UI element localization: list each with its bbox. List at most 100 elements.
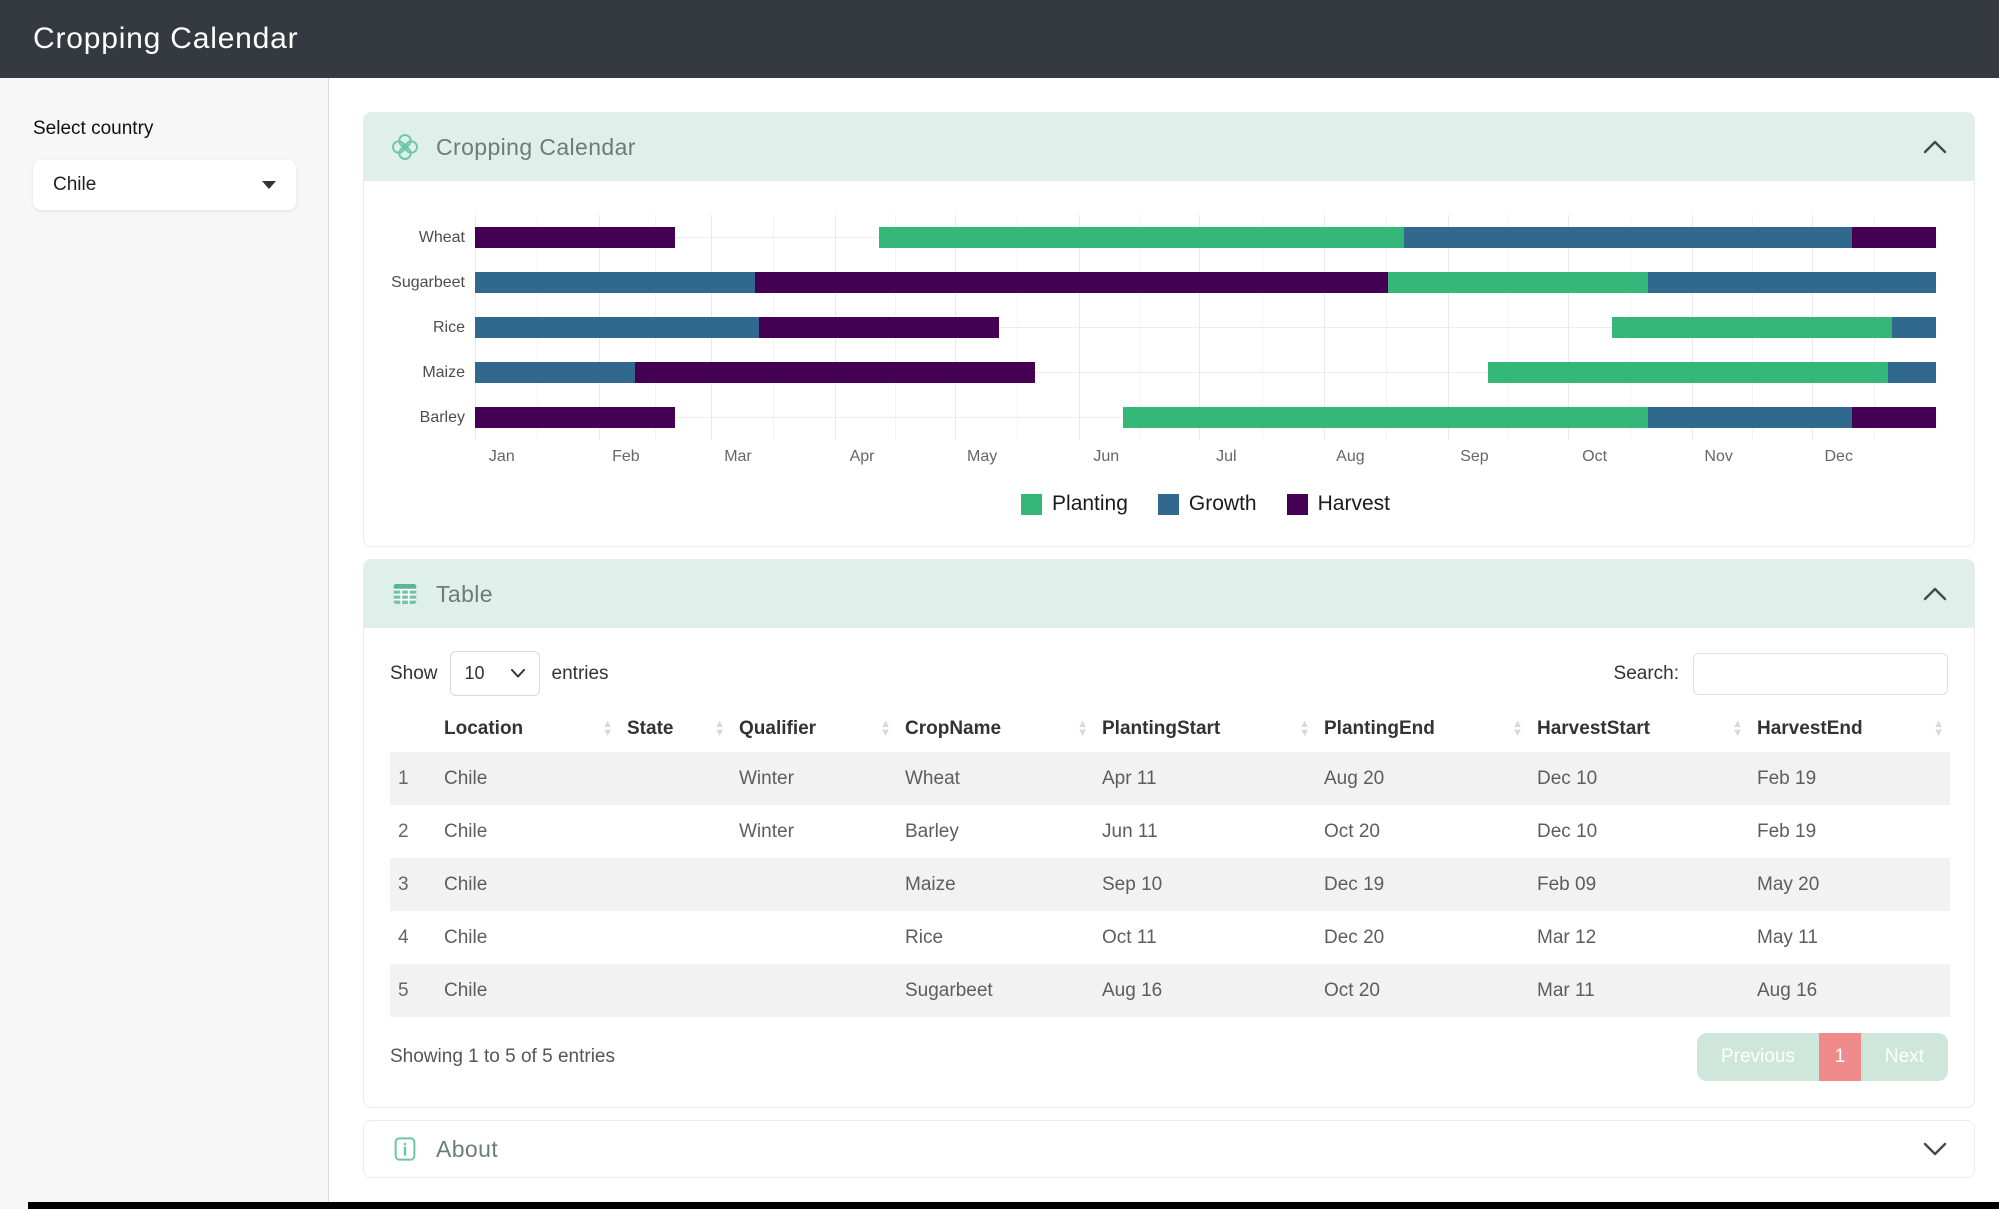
table-info: Showing 1 to 5 of 5 entries bbox=[390, 1046, 615, 1068]
column-header-location[interactable]: Location▲▼ bbox=[436, 706, 619, 752]
chart-bar-segment bbox=[1612, 317, 1892, 338]
table-row[interactable]: 4ChileRiceOct 11Dec 20Mar 12May 11 bbox=[390, 911, 1950, 964]
country-select-value: Chile bbox=[53, 174, 96, 196]
window-bottom-edge bbox=[28, 1202, 1999, 1209]
page-size-select[interactable]: 10 bbox=[450, 651, 540, 696]
legend-label: Growth bbox=[1189, 492, 1257, 516]
entries-label: entries bbox=[552, 663, 609, 685]
chart-card-header[interactable]: Cropping Calendar bbox=[364, 113, 1974, 181]
country-select[interactable]: Chile bbox=[33, 160, 296, 210]
axis-tick-label: Jun bbox=[1093, 448, 1119, 466]
chart-bar-segment bbox=[475, 317, 759, 338]
about-collapse-button[interactable] bbox=[1922, 1139, 1948, 1159]
sidebar: Select country Chile bbox=[0, 78, 329, 1209]
chart-row-label: Maize bbox=[422, 350, 465, 395]
table-cell: 1 bbox=[390, 752, 436, 805]
table-cell: Dec 10 bbox=[1529, 752, 1749, 805]
legend-label: Planting bbox=[1052, 492, 1128, 516]
table-cell: May 11 bbox=[1749, 911, 1950, 964]
table-cell: May 20 bbox=[1749, 858, 1950, 911]
chart-legend: Planting Growth Harvest bbox=[475, 492, 1936, 516]
next-page-button[interactable]: Next bbox=[1861, 1033, 1948, 1081]
table-card-header[interactable]: Table bbox=[364, 560, 1974, 628]
chart-bar-segment bbox=[879, 227, 1403, 248]
about-card-header[interactable]: About bbox=[364, 1121, 1974, 1177]
table-cell: Rice bbox=[897, 911, 1094, 964]
chart-bar-segment bbox=[1404, 227, 1852, 248]
legend-item: Harvest bbox=[1287, 492, 1390, 516]
chart-bar-segment bbox=[1852, 227, 1936, 248]
column-header-qualifier[interactable]: Qualifier▲▼ bbox=[731, 706, 897, 752]
legend-swatch-icon bbox=[1287, 494, 1308, 515]
previous-page-button[interactable]: Previous bbox=[1697, 1033, 1819, 1081]
chart-row: Rice bbox=[475, 305, 1936, 350]
table-row[interactable]: 2ChileWinterBarleyJun 11Oct 20Dec 10Feb … bbox=[390, 805, 1950, 858]
column-header-harvestend[interactable]: HarvestEnd▲▼ bbox=[1749, 706, 1950, 752]
axis-tick-label: Apr bbox=[850, 448, 875, 466]
crops-data-table: Location▲▼State▲▼Qualifier▲▼CropName▲▼Pl… bbox=[390, 706, 1950, 1017]
table-row[interactable]: 3ChileMaizeSep 10Dec 19Feb 09May 20 bbox=[390, 858, 1950, 911]
axis-tick-label: Feb bbox=[612, 448, 640, 466]
table-row[interactable]: 5ChileSugarbeetAug 16Oct 20Mar 11Aug 16 bbox=[390, 964, 1950, 1017]
column-header-cropname[interactable]: CropName▲▼ bbox=[897, 706, 1094, 752]
column-header-plantingend[interactable]: PlantingEnd▲▼ bbox=[1316, 706, 1529, 752]
chevron-down-icon bbox=[262, 181, 276, 189]
chart-bar-segment bbox=[475, 362, 635, 383]
flower-icon bbox=[390, 132, 420, 162]
table-row[interactable]: 1ChileWinterWheatApr 11Aug 20Dec 10Feb 1… bbox=[390, 752, 1950, 805]
table-cell: Chile bbox=[436, 805, 619, 858]
sort-icon: ▲▼ bbox=[714, 720, 725, 738]
table-cell: Wheat bbox=[897, 752, 1094, 805]
legend-swatch-icon bbox=[1021, 494, 1042, 515]
table-card: Table Show 10 entries bbox=[363, 559, 1975, 1108]
table-collapse-button[interactable] bbox=[1922, 584, 1948, 604]
column-header-harveststart[interactable]: HarvestStart▲▼ bbox=[1529, 706, 1749, 752]
chart-bar-segment bbox=[475, 272, 755, 293]
sort-icon: ▲▼ bbox=[1732, 720, 1743, 738]
legend-swatch-icon bbox=[1158, 494, 1179, 515]
table-cell: 5 bbox=[390, 964, 436, 1017]
table-cell: Sugarbeet bbox=[897, 964, 1094, 1017]
chart-bar-segment bbox=[1488, 362, 1888, 383]
chevron-down-icon bbox=[1923, 1142, 1947, 1156]
column-header-plantingstart[interactable]: PlantingStart▲▼ bbox=[1094, 706, 1316, 752]
table-cell: 3 bbox=[390, 858, 436, 911]
legend-item: Planting bbox=[1021, 492, 1128, 516]
table-cell: Winter bbox=[731, 752, 897, 805]
table-cell: Dec 10 bbox=[1529, 805, 1749, 858]
axis-tick-label: Sep bbox=[1460, 448, 1488, 466]
table-cell bbox=[619, 752, 731, 805]
sort-icon: ▲▼ bbox=[1077, 720, 1088, 738]
column-header-state[interactable]: State▲▼ bbox=[619, 706, 731, 752]
sort-icon: ▲▼ bbox=[880, 720, 891, 738]
table-cell: Mar 12 bbox=[1529, 911, 1749, 964]
search-input[interactable] bbox=[1693, 653, 1948, 695]
table-cell: Oct 11 bbox=[1094, 911, 1316, 964]
chart-bar-segment bbox=[475, 407, 675, 428]
axis-tick-label: Mar bbox=[724, 448, 752, 466]
chart-card-title: Cropping Calendar bbox=[436, 134, 636, 161]
chart-bar-segment bbox=[475, 227, 675, 248]
table-cell: Aug 16 bbox=[1094, 964, 1316, 1017]
chevron-up-icon bbox=[1923, 140, 1947, 154]
chart-bar-segment bbox=[1648, 407, 1852, 428]
chevron-down-icon bbox=[511, 669, 525, 678]
axis-tick-label: Oct bbox=[1582, 448, 1607, 466]
column-header-index bbox=[390, 706, 436, 752]
table-cell: Oct 20 bbox=[1316, 805, 1529, 858]
current-page-button[interactable]: 1 bbox=[1819, 1033, 1861, 1081]
chart-row-label: Sugarbeet bbox=[391, 260, 465, 305]
table-cell: Chile bbox=[436, 752, 619, 805]
chart-collapse-button[interactable] bbox=[1922, 137, 1948, 157]
chart-row: Barley bbox=[475, 395, 1936, 440]
table-cell: Aug 20 bbox=[1316, 752, 1529, 805]
chart-bar-segment bbox=[1123, 407, 1647, 428]
app-title: Cropping Calendar bbox=[33, 22, 298, 56]
table-cell bbox=[619, 858, 731, 911]
chart-row: Maize bbox=[475, 350, 1936, 395]
axis-tick-label: Jul bbox=[1216, 448, 1236, 466]
table-cell: Chile bbox=[436, 964, 619, 1017]
about-card-title: About bbox=[436, 1136, 498, 1163]
main-content: Cropping Calendar WheatSugarbeetRiceMaiz… bbox=[329, 78, 1999, 1209]
table-cell: 4 bbox=[390, 911, 436, 964]
